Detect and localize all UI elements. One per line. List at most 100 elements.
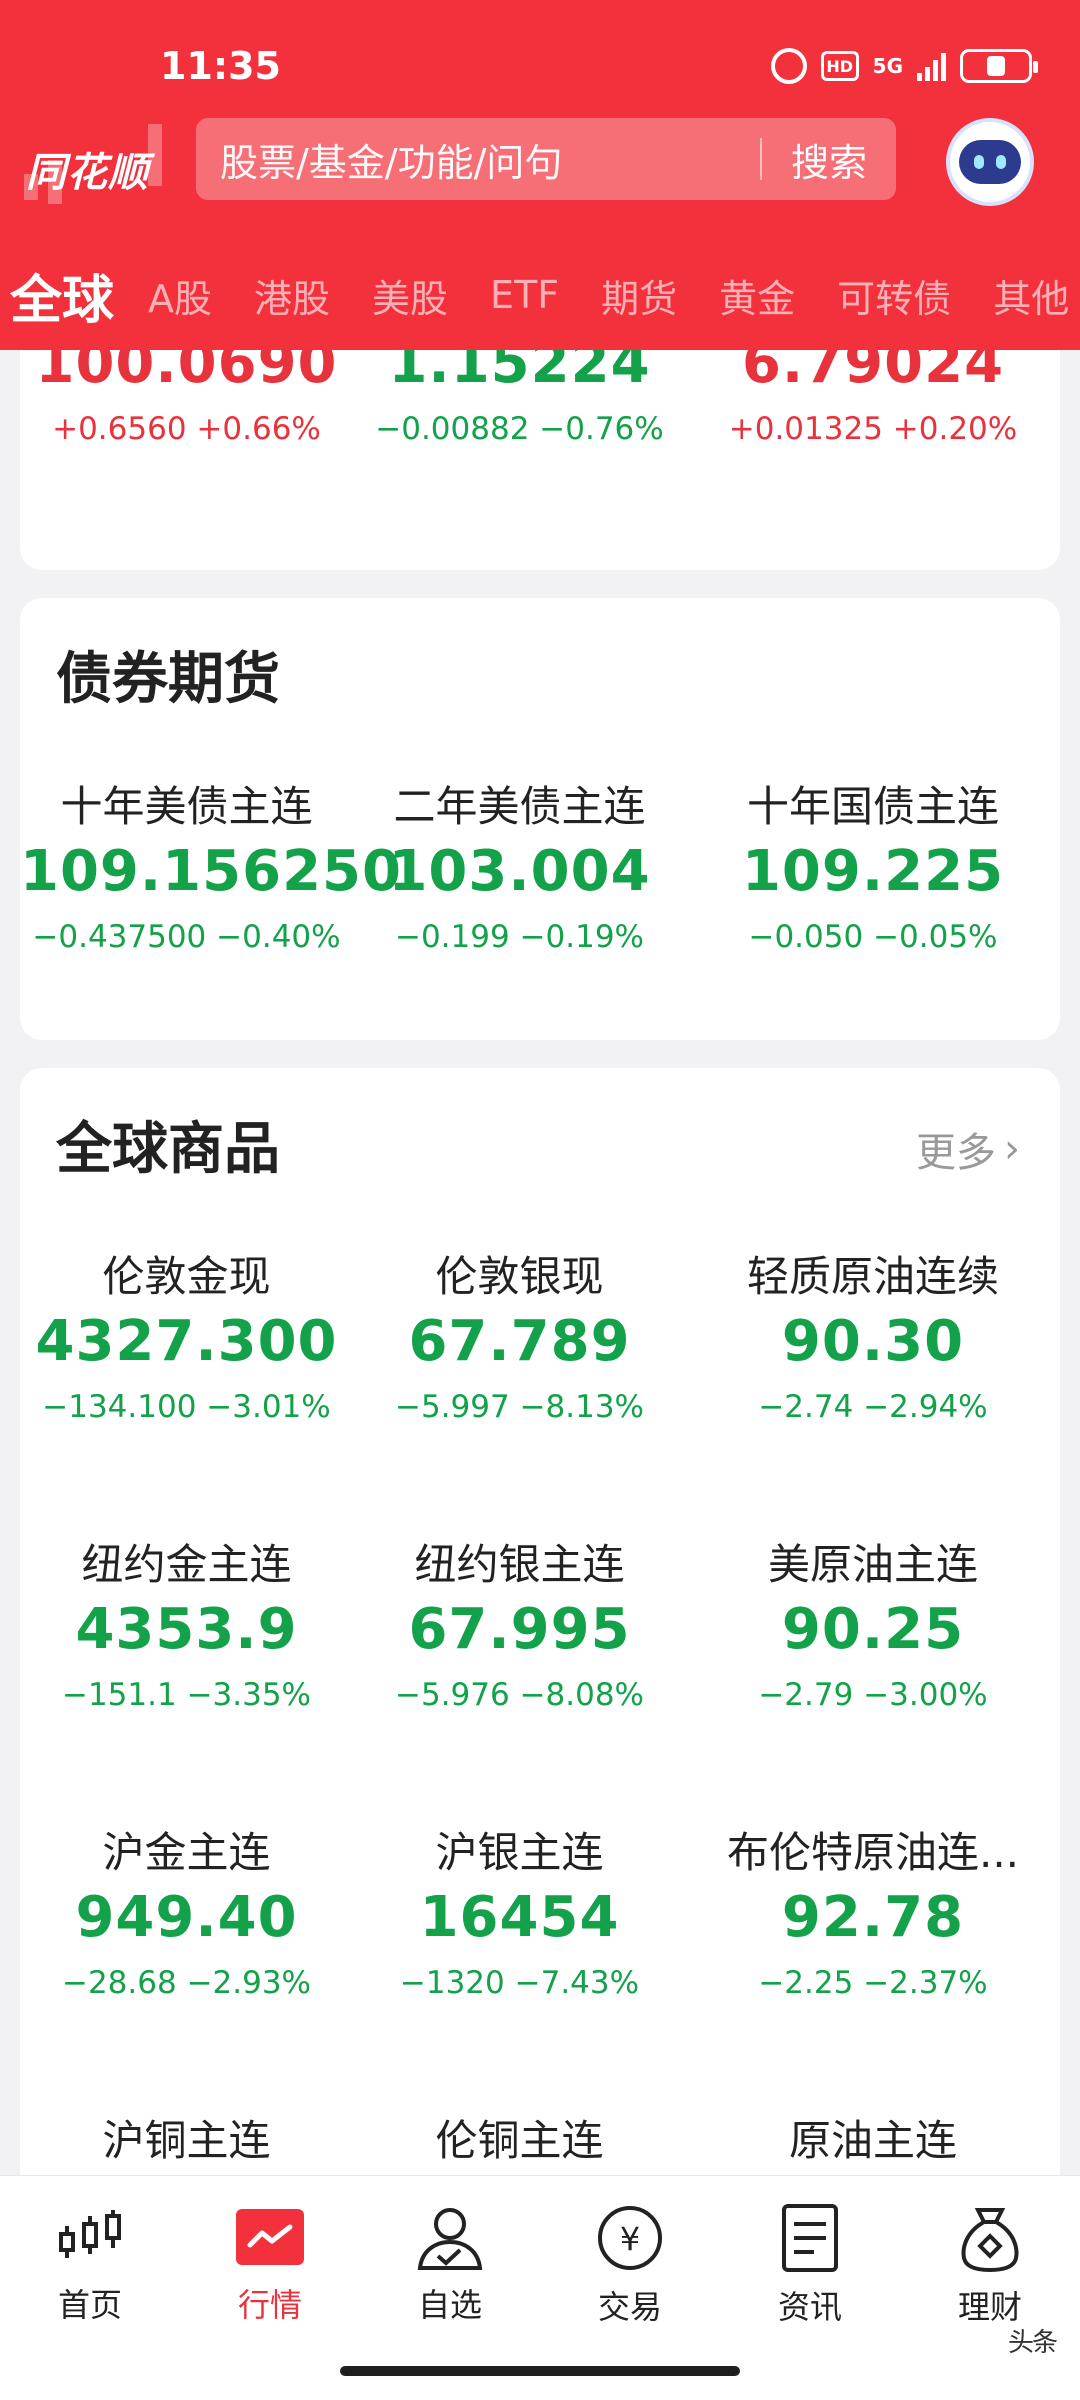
quote-change-pct: −8.13% [519,1389,645,1425]
app-header: 11:35 HD 5G 同花顺 股票/基金/功能/问句 搜索 全球 A股 港股 美股 E… [0,0,1080,350]
quote-change-value: −28.68 [61,1965,177,2001]
quote-change-value: −134.100 [42,1389,197,1425]
quote-change-value: −2.25 [758,1965,854,2001]
quote-change-pct: −2.94% [863,1389,988,1425]
quote-change-value: −5.976 [394,1677,510,1713]
app-logo[interactable]: 同花顺 [20,118,180,218]
quote-change-pct: −0.40% [216,919,341,955]
quote-cell[interactable]: 十年美债主连 109.156250 −0.437500 −0.40% [20,780,401,1010]
quote-name: 纽约银主连 [414,1540,625,1589]
yuan-coin-icon: ¥ [590,2202,670,2274]
quote-name: 十年国债主连 [746,782,999,831]
tab-1[interactable]: A股 [148,268,212,323]
quote-price: 4353.9 [75,1597,298,1662]
nav-item-4[interactable]: 资讯 [720,2202,900,2326]
quote-change: −2.74 −2.94% [686,1380,1060,1434]
quote-change: −0.050 −0.05% [686,910,1060,964]
quote-change: −2.79 −3.00% [686,1668,1060,1722]
quote-change-pct: −8.08% [519,1677,645,1713]
search-button[interactable]: 搜索 [762,132,896,187]
quote-cell[interactable]: 十年国债主连 109.225 −0.050 −0.05% [686,780,1060,1010]
quote-price: 103.004 [388,839,651,904]
quote-cell[interactable]: 轻质原油连续 90.30 −2.74 −2.94% [686,1250,1060,1538]
quote-cell[interactable]: 美原油主连 90.25 −2.79 −3.00% [686,1538,1060,1826]
quote-change-value: −1320 [399,1965,505,2001]
quote-change-value: −0.199 [394,919,510,955]
quote-change-pct: −3.35% [186,1677,312,1713]
tab-4[interactable]: ETF [490,273,559,317]
tab-5[interactable]: 期货 [601,268,677,323]
quote-change-value: −2.74 [758,1389,854,1425]
quote-change: −0.199 −0.19% [353,910,686,964]
quote-name: 布伦特原油连... [726,1828,1020,1877]
quote-change: −5.976 −8.08% [353,1668,686,1722]
quote-name: 纽约金主连 [81,1540,292,1589]
quote-change-pct: −0.05% [873,919,998,955]
quote-change-pct: −3.00% [863,1677,988,1713]
tab-7[interactable]: 可转债 [837,268,951,323]
quote-price: 92.78 [781,1885,965,1950]
quote-name: 轻质原油连续 [746,1252,999,1301]
nav-label: 自选 [417,2286,482,2324]
battery-icon [960,49,1038,83]
quote-change-value: −0.050 [748,919,864,955]
quote-price: 67.789 [408,1309,631,1374]
quote-change-value: −5.997 [394,1389,510,1425]
quote-change-value: +0.01325 [728,411,883,447]
more-link[interactable]: 更多 › [916,1120,1020,1178]
quote-name: 美原油主连 [767,1540,978,1589]
tab-6[interactable]: 黄金 [719,268,795,323]
quote-cell[interactable]: 沪银主连 16454 −1320 −7.43% [353,1826,686,2114]
market-tabs: 全球 A股 港股 美股 ETF 期货 黄金 可转债 其他 [0,255,1080,335]
quote-cell[interactable]: 沪铜主连 [20,2114,353,2175]
market-chart-icon [230,2202,310,2272]
user-check-icon [410,2202,490,2272]
quote-change: −2.25 −2.37% [686,1956,1060,2010]
nav-label: 首页 [57,2286,122,2324]
quote-change: −0.437500 −0.40% [20,910,353,964]
quote-cell[interactable]: 二年美债主连 103.004 −0.199 −0.19% [353,780,686,1010]
commodities-grid: 伦敦金现 4327.300 −134.100 −3.01% 伦敦银现 67.789 −5.… [20,1250,1060,2175]
quote-change-value: −0.437500 [32,919,207,955]
quote-cell[interactable]: 纽约银主连 67.995 −5.976 −8.08% [353,1538,686,1826]
quote-change-value: −2.79 [758,1677,854,1713]
quote-cell[interactable]: 伦敦银现 67.789 −5.997 −8.13% [353,1250,686,1538]
tab-2[interactable]: 港股 [254,268,330,323]
quote-price: 90.30 [781,1309,965,1374]
watermark: 头条 [1007,2328,1058,2358]
home-indicator[interactable] [340,2366,740,2376]
search-bar[interactable]: 股票/基金/功能/问句 搜索 [196,118,896,200]
quote-cell[interactable]: 原油主连 [686,2114,1060,2175]
quote-change: −5.997 −8.13% [353,1380,686,1434]
quote-change-pct: −0.76% [539,411,664,447]
quote-name: 伦铜主连 [435,2116,604,2165]
nav-item-2[interactable]: 自选 [360,2202,540,2326]
nav-item-0[interactable]: 首页 [0,2202,180,2326]
quote-change: +0.01325 +0.20% [686,402,1060,456]
nav-item-3[interactable]: ¥ 交易 [540,2202,720,2326]
quote-price: 4327.300 [35,1309,338,1374]
quote-cell[interactable]: 伦铜主连 [353,2114,686,2175]
nav-item-5[interactable]: 理财 [900,2202,1080,2326]
tab-3[interactable]: 美股 [372,268,448,323]
more-label: 更多 [916,1130,996,1176]
quote-cell[interactable]: 伦敦金现 4327.300 −134.100 −3.01% [20,1250,353,1538]
svg-text:¥: ¥ [620,2220,640,2258]
status-icons: HD 5G [770,48,1038,84]
nav-item-1[interactable]: 行情 [180,2202,360,2326]
search-input[interactable]: 股票/基金/功能/问句 [196,132,760,187]
network-5g-icon: 5G [872,54,903,78]
quote-cell[interactable]: 沪金主连 949.40 −28.68 −2.93% [20,1826,353,2114]
quote-cell[interactable]: 布伦特原油连... 92.78 −2.25 −2.37% [686,1826,1060,2114]
quote-cell[interactable]: 纽约金主连 4353.9 −151.1 −3.35% [20,1538,353,1826]
quote-change-pct: −2.37% [863,1965,988,2001]
assistant-robot-icon[interactable] [946,118,1034,206]
section-title-global-commodities: 全球商品 [56,1117,280,1182]
tab-8[interactable]: 其他 [993,268,1069,323]
quote-price: 90.25 [781,1597,965,1662]
tab-0[interactable]: 全球 [10,258,114,333]
quote-price: 109.225 [741,839,1005,904]
quote-change-value: −151.1 [61,1677,177,1713]
quote-change: −0.00882 −0.76% [353,402,686,456]
alarm-icon [770,48,807,84]
